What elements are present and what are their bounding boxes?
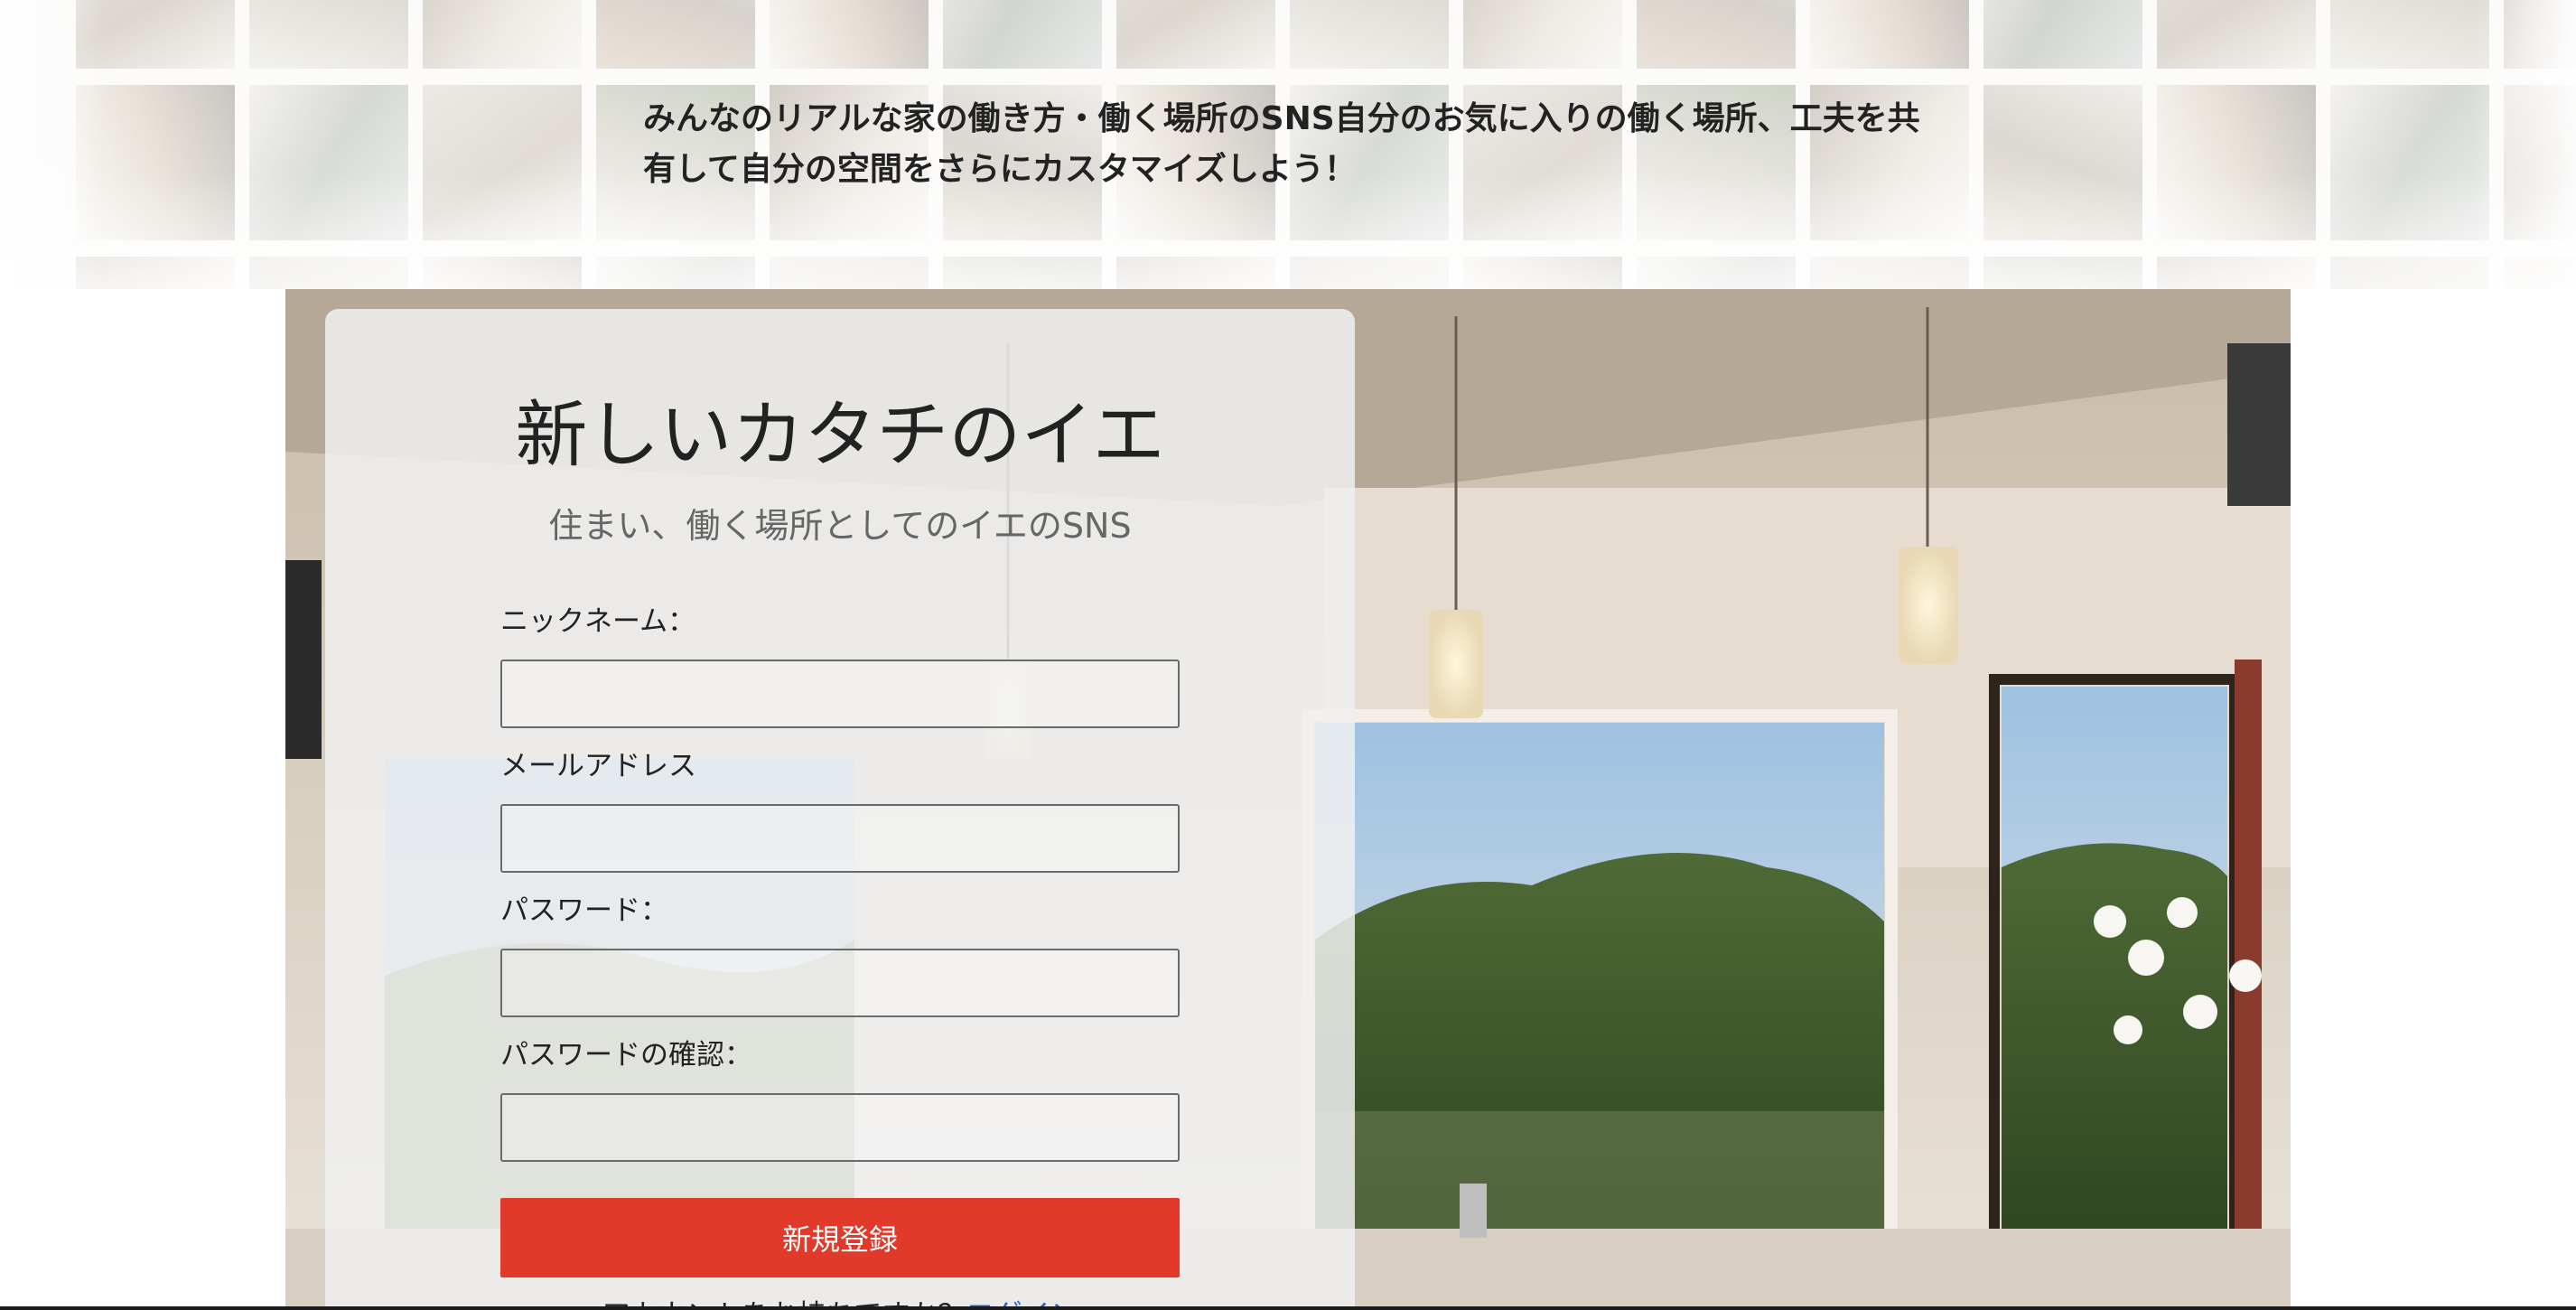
window-bottom-edge <box>0 1306 2576 1310</box>
nickname-label: ニックネーム： <box>500 605 696 638</box>
register-button[interactable]: 新規登録 <box>500 1198 1180 1277</box>
page-subtitle: 住まい、働く場所としてのイエのSNS <box>548 506 1132 546</box>
hero-background-image: 新しいカタチのイエ 住まい、働く場所としてのイエのSNS ニックネーム： メール… <box>285 289 2291 1310</box>
signup-page: みんなのリアルな家の働き方・働く場所のSNS自分のお気に入りの働く場所、工夫を共… <box>0 0 2576 1310</box>
password-confirmation-input[interactable] <box>500 1093 1180 1162</box>
password-confirmation-label: パスワードの確認： <box>500 1039 752 1071</box>
email-label: メールアドレス <box>500 750 696 782</box>
site-tagline: みんなのリアルな家の働き方・働く場所のSNS自分のお気に入りの働く場所、工夫を共… <box>643 100 1920 188</box>
page-title: 新しいカタチのイエ <box>515 393 1165 477</box>
signup-form-card: 新しいカタチのイエ 住まい、働く場所としてのイエのSNS ニックネーム： メール… <box>325 309 1355 1310</box>
password-input[interactable] <box>500 949 1180 1017</box>
email-input[interactable] <box>500 804 1180 873</box>
password-label: パスワード： <box>500 894 668 927</box>
nickname-input[interactable] <box>500 660 1180 728</box>
photo-mosaic-header: みんなのリアルな家の働き方・働く場所のSNS自分のお気に入りの働く場所、工夫を共… <box>0 0 2576 289</box>
